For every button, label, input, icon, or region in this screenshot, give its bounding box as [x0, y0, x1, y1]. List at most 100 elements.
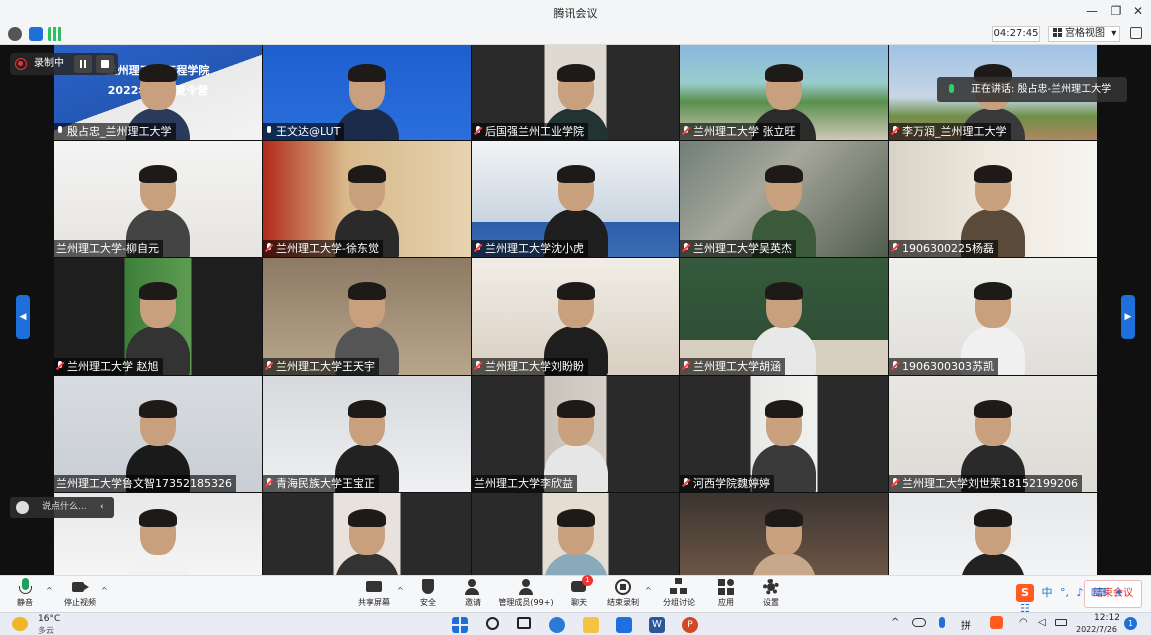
video-tile[interactable]: 兰州理工大学刘世荣18152199206 — [889, 376, 1097, 492]
ime-skin-icon[interactable]: ✦ — [1114, 586, 1123, 599]
onedrive-icon[interactable] — [912, 618, 926, 627]
wifi-icon[interactable]: ◠ — [1019, 617, 1028, 628]
mic-icon — [265, 126, 273, 136]
collapse-chevron-icon[interactable]: ‹ — [100, 497, 104, 518]
participant-name: 兰州理工大学 张立旺 — [693, 125, 796, 138]
participant-name-label: 兰州理工大学刘世荣18152199206 — [889, 475, 1082, 492]
fullscreen-icon[interactable] — [1130, 27, 1142, 39]
video-tile[interactable]: 河西学院魏婷婷 — [680, 376, 888, 492]
participant-video — [335, 509, 399, 575]
video-tile[interactable]: 1906300303苏凯 — [889, 258, 1097, 375]
notification-badge[interactable]: 1 — [1124, 617, 1137, 630]
mic-muted-icon — [891, 126, 899, 136]
maximize-button[interactable]: ❐ — [1106, 3, 1126, 20]
video-tile[interactable]: 兰州理工大学-柳自元 — [54, 141, 262, 257]
video-tile[interactable]: 兰州理工大学-徐东觉 — [263, 141, 471, 257]
manage-members-button[interactable]: 管理成员(99+) — [496, 578, 556, 608]
video-tile[interactable]: 兰州理工大学沈小虎 — [472, 141, 679, 257]
video-tile[interactable]: 1906300225杨磊 — [889, 141, 1097, 257]
participant-name: 河西学院魏婷婷 — [693, 477, 770, 490]
signal-icon[interactable] — [48, 27, 62, 41]
mic-muted-icon — [891, 361, 899, 371]
minimize-button[interactable]: — — [1082, 3, 1102, 20]
participant-name: 1906300225杨磊 — [902, 242, 994, 255]
grid-view-dropdown[interactable]: 宫格视图 ▾ — [1048, 26, 1120, 42]
record-icon — [15, 58, 27, 70]
participant-name: 后国强兰州工业学院 — [485, 125, 584, 138]
participant-video — [752, 509, 816, 575]
close-button[interactable]: ✕ — [1128, 3, 1148, 20]
end-recording-button[interactable]: 结束录制 — [593, 578, 653, 608]
ime-lang[interactable]: 中 — [1042, 586, 1053, 599]
settings-button[interactable]: 设置 — [741, 578, 801, 608]
emoji-icon[interactable] — [16, 501, 29, 514]
invite-button[interactable]: 邀请 — [443, 578, 503, 608]
stop-video-label: 停止视频 — [64, 598, 96, 607]
participant-name: 兰州理工大学沈小虎 — [485, 242, 584, 255]
meeting-info-bar: 04:27:45 宫格视图 ▾ — [0, 23, 1151, 45]
video-tile[interactable]: 兰州理工大学刘盼盼 — [472, 258, 679, 375]
participant-name: 兰州理工大学吴英杰 — [693, 242, 792, 255]
video-tile[interactable]: 兰州理工大学李欣益 — [472, 376, 679, 492]
video-tile[interactable] — [263, 493, 471, 575]
tray-overflow-icon[interactable]: ^ — [891, 617, 899, 628]
ime-keyboard-icon[interactable]: ⌨ — [1091, 586, 1107, 599]
video-tile[interactable]: 兰州理工大学王天宇 — [263, 258, 471, 375]
grid-icon — [1053, 28, 1062, 37]
volume-icon[interactable]: ◁ — [1038, 617, 1046, 628]
participant-name-label: 兰州理工大学胡涵 — [680, 358, 785, 375]
windows-start-icon[interactable] — [452, 617, 468, 633]
participant-name-label: 1906300225杨磊 — [889, 240, 998, 257]
participant-name-label: 1906300303苏凯 — [889, 358, 998, 375]
participant-name-label: 青海民族大学王宝正 — [263, 475, 379, 492]
tray-mic-icon[interactable] — [939, 617, 945, 628]
video-tile[interactable]: 兰州理工大学胡涵 — [680, 258, 888, 375]
sogou-logo-icon[interactable]: S — [1016, 584, 1034, 602]
participant-name-label: 兰州理工大学 赵旭 — [54, 358, 163, 375]
task-view-icon[interactable] — [517, 617, 531, 629]
video-tile[interactable]: 王文达@LUT — [263, 45, 471, 140]
weather-icon[interactable] — [12, 617, 28, 631]
sogou-tray-icon[interactable] — [990, 616, 1003, 629]
video-options-icon[interactable]: ^ — [101, 586, 108, 595]
weather-temp[interactable]: 16°C — [38, 614, 60, 624]
page-prev-button[interactable]: ◀ — [16, 295, 30, 339]
video-tile[interactable]: 兰州理工大学 赵旭 — [54, 258, 262, 375]
shield-icon[interactable] — [29, 27, 43, 41]
participant-name-label: 后国强兰州工业学院 — [472, 123, 588, 140]
video-tile[interactable] — [472, 493, 679, 575]
ime-toolbar[interactable]: S 中 °, ♪ ⌨ ✦ ☷ — [1016, 584, 1136, 615]
stop-recording-button[interactable] — [96, 55, 114, 73]
settings-label: 设置 — [763, 598, 779, 607]
video-tile[interactable] — [889, 493, 1097, 575]
clock-time[interactable]: 12:12 — [1094, 613, 1120, 623]
chat-quick-input[interactable]: 说点什么... ‹ — [10, 497, 114, 518]
video-tile[interactable]: 兰州理工大学吴英杰 — [680, 141, 888, 257]
page-next-button[interactable]: ▶ — [1121, 295, 1135, 339]
powerpoint-app-icon[interactable]: P — [682, 617, 698, 633]
ime-punct-icon[interactable]: °, — [1060, 586, 1069, 599]
mic-muted-icon — [682, 478, 690, 488]
battery-icon[interactable] — [1055, 619, 1067, 626]
pause-recording-button[interactable] — [74, 55, 92, 73]
participant-name: 王文达@LUT — [276, 125, 341, 138]
participant-name: 兰州理工大学-柳自元 — [56, 242, 159, 255]
video-tile[interactable] — [680, 493, 888, 575]
video-tile[interactable]: 青海民族大学王宝正 — [263, 376, 471, 492]
participant-name-label: 殷占忠_兰州理工大学 — [54, 123, 176, 140]
ime-tray-icon[interactable]: 拼 — [961, 617, 971, 632]
share-screen-button[interactable]: 共享屏幕 — [344, 578, 404, 608]
ime-mic-icon[interactable]: ♪ — [1077, 586, 1084, 599]
file-explorer-icon[interactable] — [583, 617, 599, 633]
clock-date[interactable]: 2022/7/26 — [1076, 625, 1117, 634]
mic-muted-icon — [682, 243, 690, 253]
edge-browser-icon[interactable] — [549, 617, 565, 633]
video-tile[interactable]: 兰州理工大学 张立旺 — [680, 45, 888, 140]
word-app-icon[interactable]: W — [649, 617, 665, 633]
tencent-meeting-app-icon[interactable] — [616, 617, 632, 633]
info-icon[interactable] — [8, 27, 22, 41]
video-tile[interactable]: 后国强兰州工业学院 — [472, 45, 679, 140]
video-tile[interactable]: 兰州理工大学鲁文智17352185326 — [54, 376, 262, 492]
mic-muted-icon — [474, 243, 482, 253]
search-icon[interactable] — [486, 617, 499, 630]
